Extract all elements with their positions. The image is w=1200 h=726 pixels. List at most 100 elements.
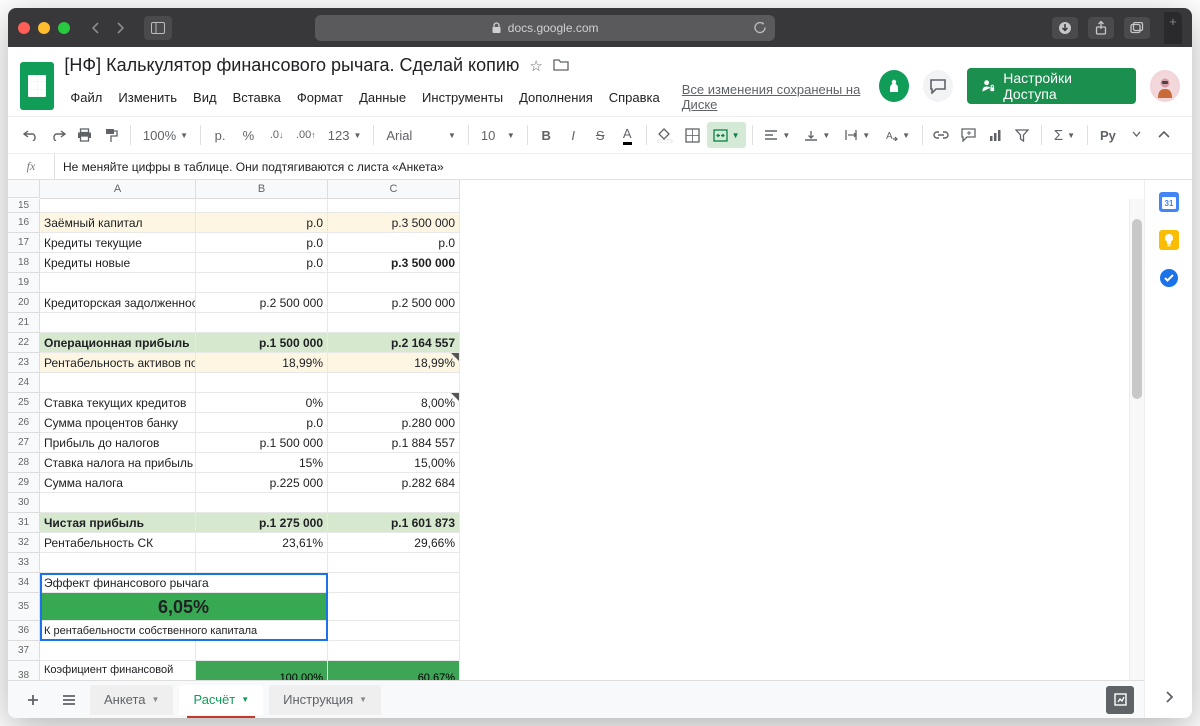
increase-decimals-button[interactable]: .00↑ [292,122,320,148]
tasks-addon-icon[interactable] [1159,268,1179,288]
row-header[interactable]: 33 [8,553,39,573]
collapse-toolbar-button[interactable] [1151,122,1176,148]
row-header[interactable]: 31 [8,513,39,533]
insert-chart-button[interactable] [983,122,1008,148]
star-icon[interactable]: ☆ [529,57,542,75]
col-header-c[interactable]: C [328,180,460,198]
cell[interactable]: р.2 500 000 [196,293,328,312]
select-all-corner[interactable] [8,180,40,198]
minimize-window-icon[interactable] [38,22,50,34]
cell[interactable]: р.282 684 [328,473,460,492]
font-family-select[interactable]: Arial▼ [380,122,462,148]
menu-help[interactable]: Справка [603,86,666,109]
insert-link-button[interactable] [929,122,954,148]
row-header[interactable]: 34 [8,573,39,593]
cell[interactable]: Коэфициент финансовой независимости [40,661,196,680]
menu-format[interactable]: Формат [291,86,349,109]
row-header[interactable]: 38 [8,661,39,680]
calendar-addon-icon[interactable]: 31 [1159,192,1179,212]
col-header-a[interactable]: A [40,180,196,198]
add-sheet-button[interactable] [18,686,48,714]
menu-file[interactable]: Файл [64,86,108,109]
cell[interactable]: 15% [196,453,328,472]
save-status[interactable]: Все изменения сохранены на Диске [676,78,869,116]
row-header[interactable]: 24 [8,373,39,393]
menu-edit[interactable]: Изменить [112,86,183,109]
cell[interactable]: Кредиты текущие [40,233,196,252]
vertical-scrollbar[interactable] [1129,199,1144,680]
keep-addon-icon[interactable] [1159,230,1179,250]
functions-button[interactable]: Σ▼ [1048,122,1081,148]
undo-button[interactable] [18,122,43,148]
cell[interactable]: Прибыль до налогов [40,433,196,452]
row-header[interactable]: 19 [8,273,39,293]
menu-addons[interactable]: Дополнения [513,86,599,109]
cell[interactable]: 60,67% [328,661,460,680]
text-rotation-button[interactable]: A▼ [878,122,916,148]
filter-button[interactable] [1010,122,1035,148]
row-header[interactable]: 35 [8,593,39,621]
nav-back-button[interactable] [84,16,108,40]
row-header[interactable]: 27 [8,433,39,453]
cell[interactable]: р.0 [328,233,460,252]
cell-grid[interactable]: Заёмный капиталр.0р.3 500 000 Кредиты те… [40,199,460,680]
decrease-decimals-button[interactable]: .0↓ [264,122,290,148]
row-header[interactable]: 32 [8,533,39,553]
downloads-button[interactable] [1052,17,1078,39]
number-format-select[interactable]: 123▼ [322,122,368,148]
cell[interactable]: Сумма процентов банку [40,413,196,432]
scrollbar-thumb[interactable] [1132,219,1142,399]
show-side-panel-button[interactable] [1164,690,1174,704]
row-header[interactable]: 16 [8,213,39,233]
bold-button[interactable]: B [534,122,559,148]
move-folder-icon[interactable] [553,57,569,75]
cell[interactable]: Ставка текущих кредитов [40,393,196,412]
row-header[interactable]: 22 [8,333,39,353]
formula-input[interactable]: Не меняйте цифры в таблице. Они подтягив… [55,160,1192,174]
sheet-tab-anketa[interactable]: Анкета▼ [90,685,173,715]
borders-button[interactable] [680,122,705,148]
cell[interactable]: 8,00% [328,393,460,412]
cell[interactable]: р.0 [196,233,328,252]
row-header[interactable]: 23 [8,353,39,373]
sheet-tab-raschet[interactable]: Расчёт▼ [179,685,263,715]
row-header[interactable]: 26 [8,413,39,433]
document-title[interactable]: [НФ] Калькулятор финансового рычага. Сде… [64,55,519,76]
row-header[interactable]: 21 [8,313,39,333]
currency-button[interactable]: р. [207,122,233,148]
cell[interactable]: Рентабельность активов по ОП [40,353,196,372]
share-button[interactable]: Настройки Доступа [967,68,1135,104]
insert-comment-button[interactable] [956,122,981,148]
italic-button[interactable]: I [561,122,586,148]
account-avatar[interactable] [1150,70,1180,102]
empty-cells[interactable] [460,199,1144,680]
tabs-overview-button[interactable] [1124,17,1150,39]
explore-button[interactable] [1106,686,1134,714]
cell[interactable]: 18,99% [196,353,328,372]
row-header[interactable]: 36 [8,621,39,641]
cell[interactable]: р.0 [196,213,328,232]
cell[interactable]: р.1 500 000 [196,433,328,452]
cell[interactable]: 29,66% [328,533,460,552]
comments-button[interactable] [923,70,953,102]
merge-cells-button[interactable]: ▼ [707,122,746,148]
fill-color-button[interactable] [653,122,678,148]
cell[interactable]: р.1 601 873 [328,513,460,532]
sidebar-button[interactable] [144,16,172,40]
cell[interactable]: Ставка налога на прибыль [40,453,196,472]
cell[interactable]: 0% [196,393,328,412]
horizontal-align-button[interactable]: ▼ [758,122,796,148]
menu-data[interactable]: Данные [353,86,412,109]
cell[interactable]: 23,61% [196,533,328,552]
cell[interactable]: 18,99% [328,353,460,372]
new-tab-button[interactable]: + [1164,12,1182,44]
cell[interactable]: Эффект финансового рычага [40,573,328,592]
input-language-button[interactable]: Рy [1094,128,1122,143]
cell[interactable]: р.3 500 000 [328,253,460,272]
cell[interactable]: 6,05% [40,593,328,620]
row-header[interactable]: 18 [8,253,39,273]
vertical-align-button[interactable]: ▼ [798,122,836,148]
col-header-b[interactable]: B [196,180,328,198]
cell[interactable]: р.225 000 [196,473,328,492]
close-window-icon[interactable] [18,22,30,34]
